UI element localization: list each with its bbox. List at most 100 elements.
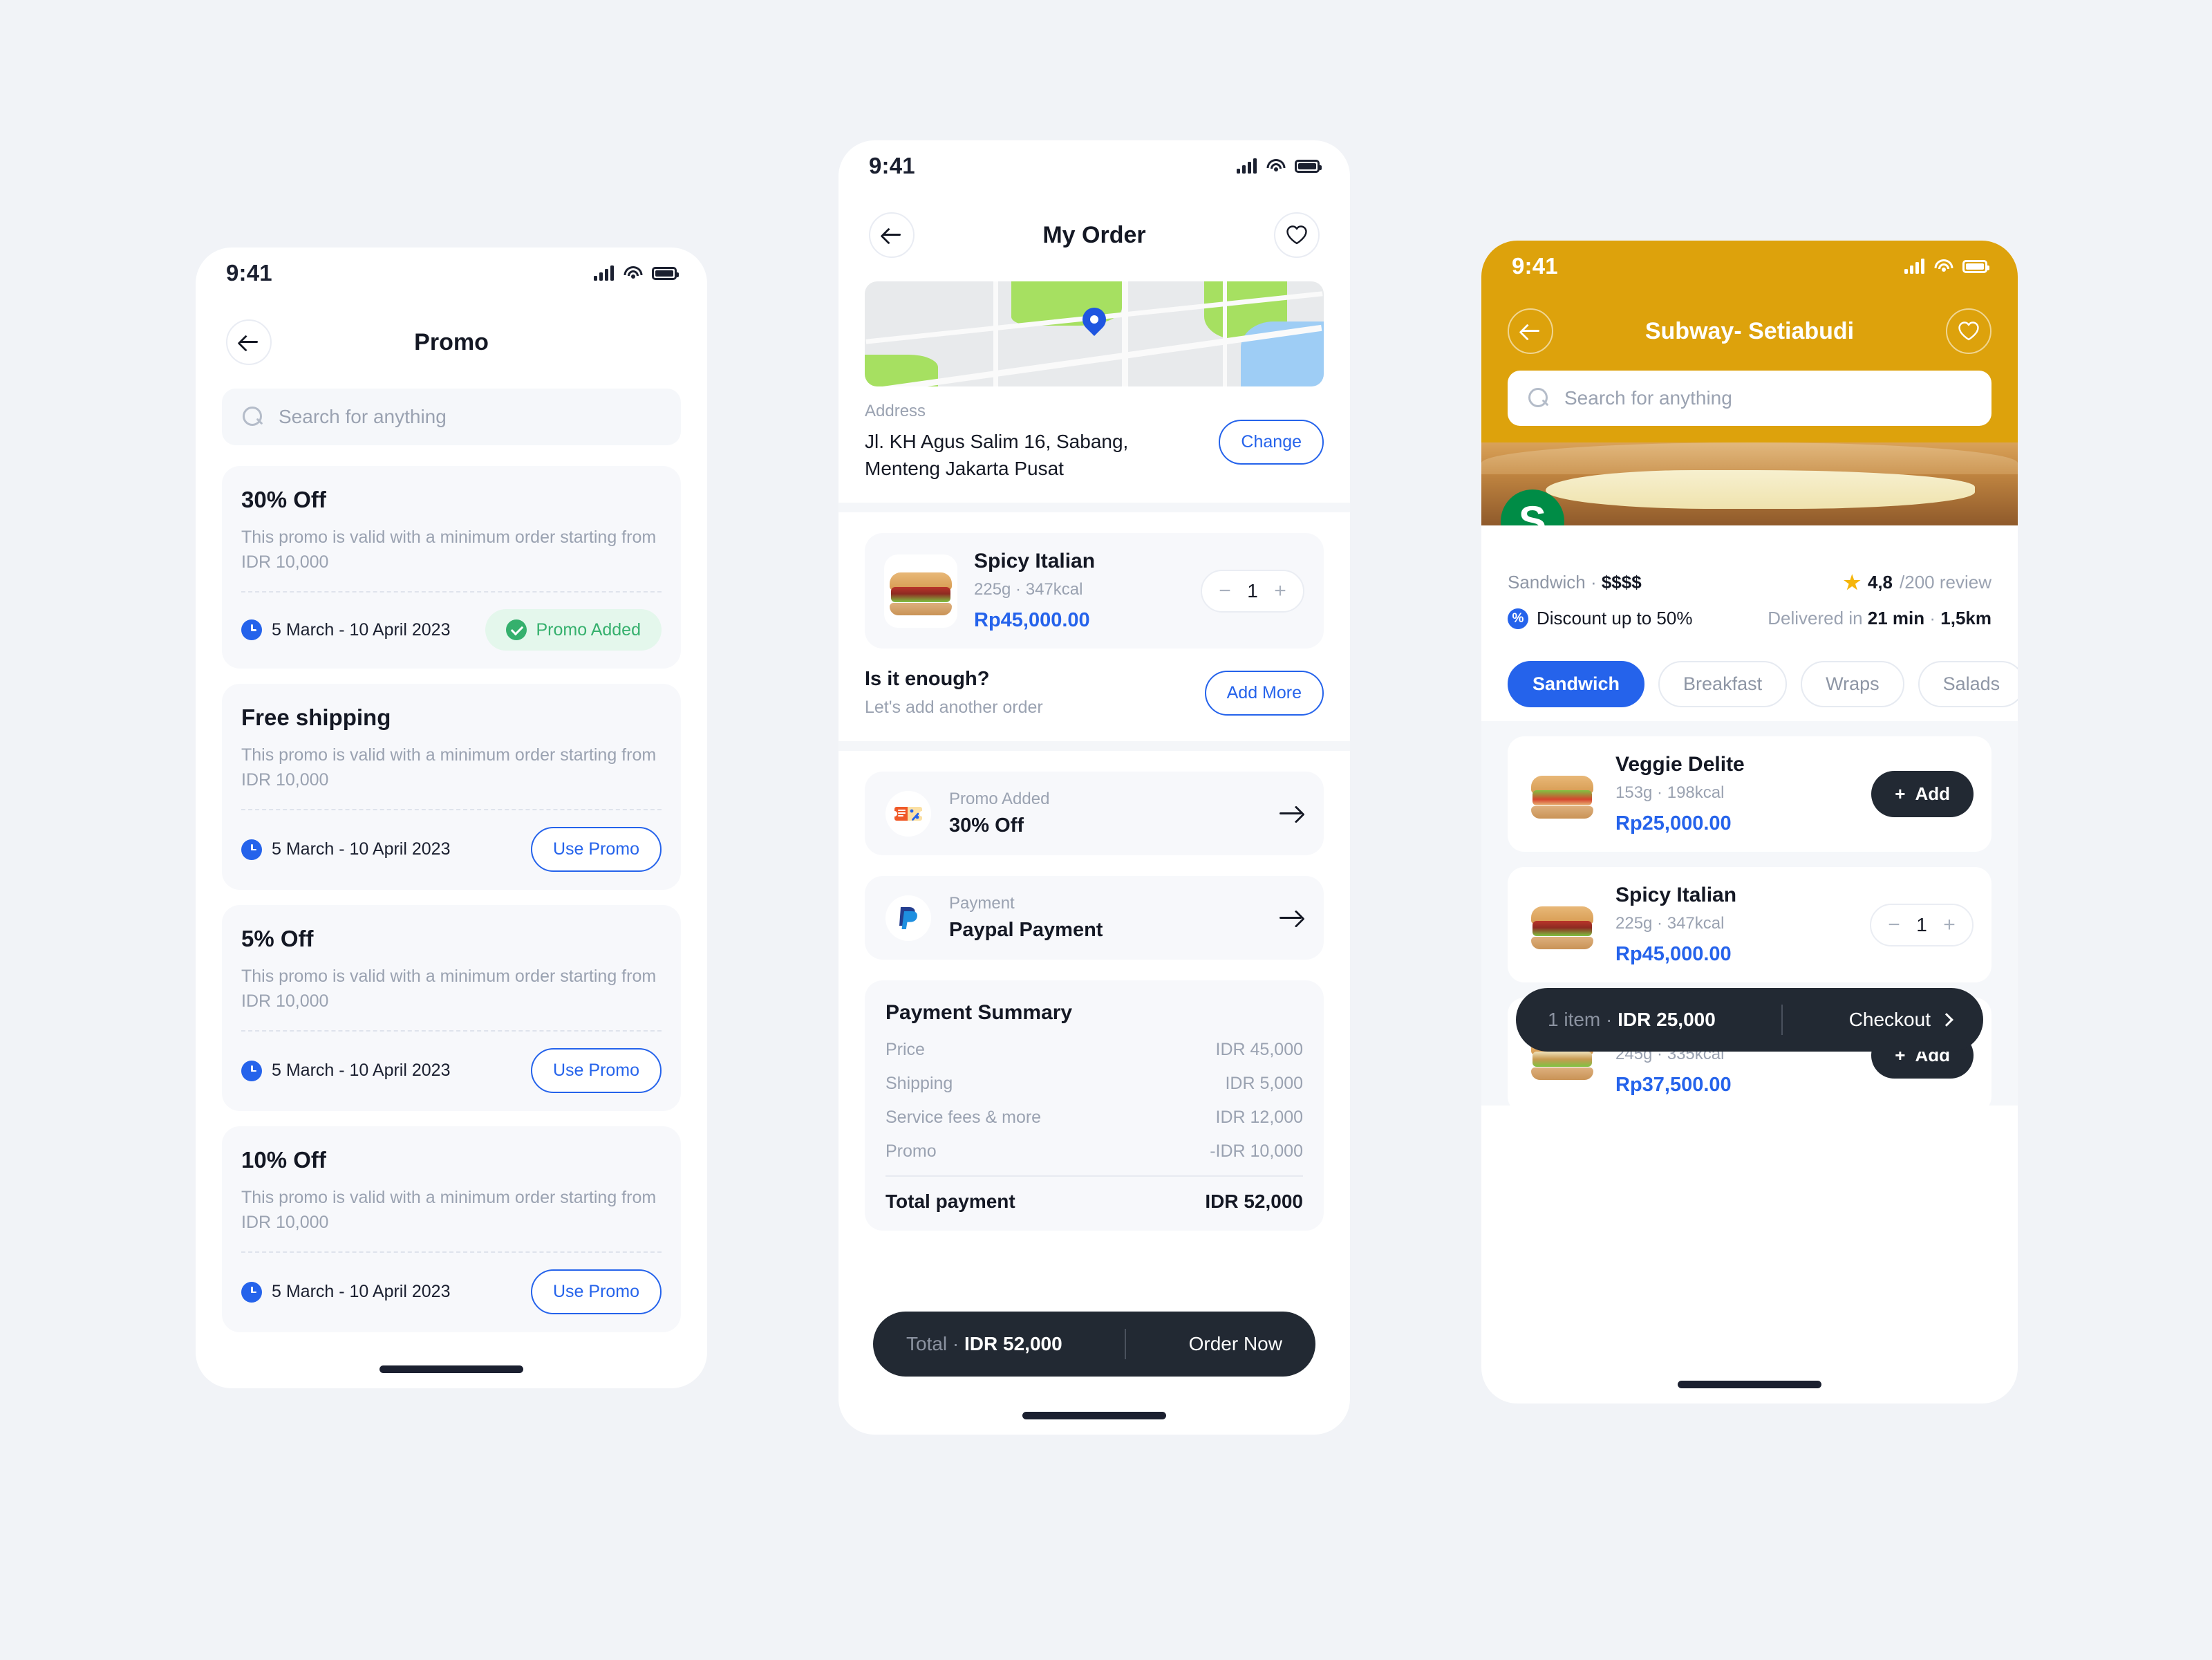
- cart-summary: 1 item · IDR 25,000: [1548, 1009, 1716, 1031]
- quantity-value: 1: [1916, 913, 1927, 935]
- summary-row-label: Promo: [885, 1141, 937, 1162]
- delivery-time: 21 min: [1867, 608, 1925, 628]
- arrow-right-icon: [1280, 908, 1303, 928]
- order-total: Total · IDR 52,000: [906, 1333, 1062, 1355]
- add-more-subtitle: Let's add another order: [865, 698, 1043, 718]
- search-placeholder: Search for anything: [1564, 387, 1732, 409]
- favorite-button[interactable]: [1274, 212, 1320, 258]
- page-title: Promo: [414, 328, 489, 355]
- category-tabs: Sandwich Breakfast Wraps Salads: [1481, 643, 2018, 707]
- promo-footer: 5 March - 10 April 2023 Promo Added: [241, 609, 662, 651]
- menu-item-details: Veggie Delite 153g · 198kcal Rp25,000.00: [1615, 753, 1855, 835]
- use-promo-button[interactable]: Use Promo: [530, 1269, 662, 1314]
- order-header: My Order: [838, 192, 1350, 263]
- home-indicator[interactable]: [1022, 1412, 1166, 1419]
- summary-row-label: Service fees & more: [885, 1108, 1042, 1128]
- status-bar: 9:41: [1481, 241, 2018, 292]
- order-now-button[interactable]: Order Now: [1189, 1333, 1282, 1355]
- payment-row-text: Payment Paypal Payment: [949, 894, 1262, 942]
- divider: [241, 809, 662, 810]
- menu-item-meta: 153g · 198kcal: [1615, 783, 1725, 802]
- summary-row: Shipping IDR 5,000: [885, 1074, 1303, 1094]
- tab-sandwich[interactable]: Sandwich: [1508, 661, 1645, 707]
- checkout-button[interactable]: Checkout: [1849, 1009, 1953, 1031]
- back-button[interactable]: [226, 319, 272, 365]
- tab-wraps[interactable]: Wraps: [1801, 661, 1904, 707]
- checkout-bar[interactable]: 1 item · IDR 25,000 Checkout: [1516, 988, 1983, 1052]
- order-total-prefix: Total ·: [906, 1333, 965, 1354]
- menu-item-card: Veggie Delite 153g · 198kcal Rp25,000.00…: [1508, 736, 1991, 852]
- summary-row-label: Shipping: [885, 1074, 953, 1094]
- summary-row: Promo -IDR 10,000: [885, 1141, 1303, 1162]
- promo-description: This promo is valid with a minimum order…: [241, 967, 657, 1011]
- promo-row[interactable]: Promo Added 30% Off: [865, 772, 1324, 856]
- arrow-left-icon: [238, 332, 259, 353]
- home-indicator[interactable]: [379, 1365, 523, 1373]
- add-more-button[interactable]: Add More: [1204, 670, 1324, 716]
- tab-breakfast[interactable]: Breakfast: [1658, 661, 1788, 707]
- status-icons: [1237, 158, 1322, 174]
- summary-row-label: Price: [885, 1040, 925, 1060]
- decrease-quantity-button[interactable]: −: [1217, 579, 1232, 603]
- arrow-right-icon: [1280, 804, 1303, 823]
- use-promo-button[interactable]: Use Promo: [530, 1048, 662, 1093]
- chevron-right-icon: [1940, 1013, 1953, 1027]
- promo-validity: 5 March - 10 April 2023: [241, 619, 450, 640]
- category-label: Sandwich ·: [1508, 572, 1602, 593]
- payment-row-value: Paypal Payment: [949, 919, 1103, 942]
- promo-added-badge: Promo Added: [485, 609, 662, 651]
- discount-info: % Discount up to 50%: [1508, 608, 1692, 629]
- payment-row-label: Payment: [949, 894, 1015, 913]
- promo-title: 30% Off: [241, 487, 326, 512]
- section-divider: [838, 503, 1350, 513]
- menu-item-meta: 225g · 347kcal: [1615, 914, 1725, 933]
- payment-row[interactable]: Payment Paypal Payment: [865, 876, 1324, 960]
- restaurant-logo-letter: S: [1518, 498, 1547, 526]
- star-icon: ★: [1843, 572, 1861, 593]
- restaurant-header: Subway- Setiabudi: [1481, 292, 2018, 361]
- increase-quantity-button[interactable]: +: [1942, 913, 1957, 937]
- back-button[interactable]: [869, 212, 915, 258]
- add-more-title: Is it enough?: [865, 668, 990, 691]
- order-item-price: Rp45,000.00: [974, 609, 1090, 632]
- promo-card: 10% Off This promo is valid with a minim…: [222, 1126, 681, 1332]
- page-title: My Order: [1042, 221, 1146, 248]
- order-item-image: [884, 554, 957, 628]
- percent-icon: %: [1508, 608, 1528, 629]
- menu-item-price: Rp37,500.00: [1615, 1074, 1732, 1096]
- add-item-button[interactable]: + Add: [1871, 771, 1974, 817]
- menu-item-image: [1526, 757, 1599, 831]
- address-section: Address Jl. KH Agus Salim 16, Sabang, Me…: [838, 386, 1350, 503]
- summary-row-value: -IDR 10,000: [1210, 1141, 1303, 1162]
- tab-salads[interactable]: Salads: [1918, 661, 2018, 707]
- clock-icon: [241, 839, 262, 860]
- search-icon: [243, 407, 263, 427]
- summary-total-row: Total payment IDR 52,000: [885, 1191, 1303, 1213]
- divider: [1125, 1329, 1127, 1359]
- search-input[interactable]: Search for anything: [1508, 371, 1991, 426]
- change-address-button[interactable]: Change: [1219, 419, 1324, 465]
- address-text-group: Address Jl. KH Agus Salim 16, Sabang, Me…: [865, 402, 1176, 482]
- order-now-bar[interactable]: Total · IDR 52,000 Order Now: [873, 1312, 1315, 1377]
- quantity-stepper[interactable]: − 1 +: [1201, 569, 1304, 613]
- address-value: Jl. KH Agus Salim 16, Sabang, Menteng Ja…: [865, 431, 1129, 480]
- cellular-signal-icon: [1237, 158, 1257, 174]
- delivery-map[interactable]: [865, 281, 1324, 386]
- status-bar: 9:41: [196, 248, 707, 299]
- promo-date-text: 5 March - 10 April 2023: [272, 839, 451, 859]
- quantity-stepper[interactable]: − 1 +: [1870, 903, 1974, 946]
- status-icons: [594, 265, 679, 281]
- search-input[interactable]: Search for anything: [222, 389, 681, 445]
- clock-icon: [241, 1281, 262, 1303]
- delivery-distance: 1,5km: [1940, 608, 1991, 628]
- use-promo-button[interactable]: Use Promo: [530, 827, 662, 872]
- wifi-icon: [624, 266, 642, 280]
- promo-description: This promo is valid with a minimum order…: [241, 1188, 657, 1232]
- increase-quantity-button[interactable]: +: [1273, 579, 1288, 603]
- menu-item-card: Spicy Italian 225g · 347kcal Rp45,000.00…: [1508, 867, 1991, 982]
- arrow-left-icon: [881, 225, 902, 245]
- decrease-quantity-button[interactable]: −: [1886, 913, 1902, 937]
- home-indicator[interactable]: [1678, 1381, 1821, 1388]
- coupon-icon: [885, 790, 931, 837]
- promo-description: This promo is valid with a minimum order…: [241, 528, 657, 572]
